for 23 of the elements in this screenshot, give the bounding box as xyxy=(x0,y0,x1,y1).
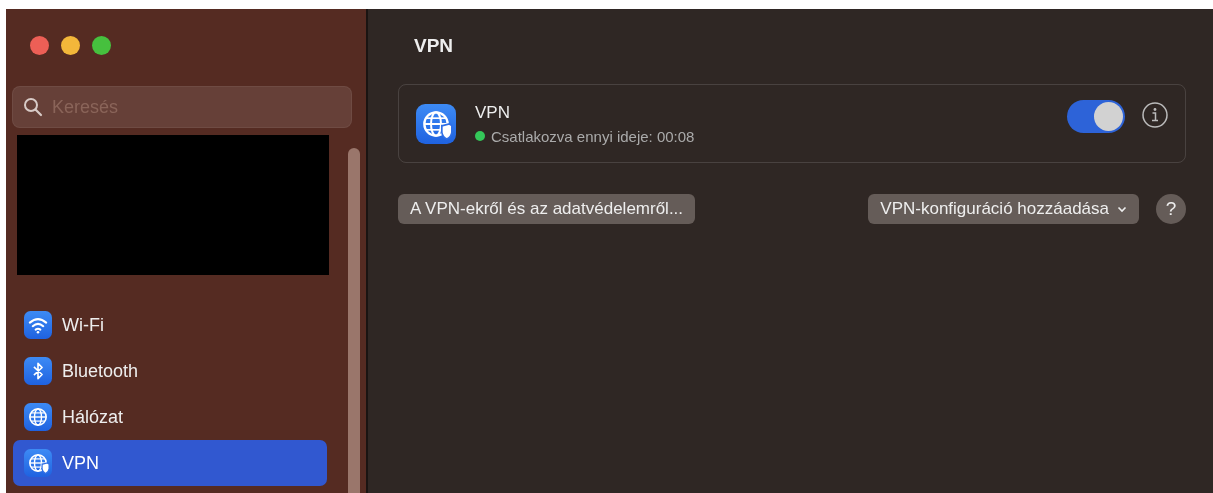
status-text: Csatlakozva ennyi ideje: 00:08 xyxy=(491,127,695,145)
wifi-icon xyxy=(24,311,52,339)
search-icon xyxy=(23,97,43,117)
window-title: VPN xyxy=(414,35,455,57)
minimize-button[interactable] xyxy=(61,36,80,55)
chevron-icon xyxy=(1117,205,1127,213)
sidebar-item[interactable]: Wi-Fi xyxy=(13,302,327,348)
bluetooth-icon xyxy=(24,357,52,385)
privacy-button[interactable]: A VPN-ekről és az adatvédelemről... xyxy=(398,194,696,224)
help-button[interactable]: ? xyxy=(1156,194,1186,224)
vpn-toggle[interactable] xyxy=(1067,100,1125,133)
scrollbar[interactable] xyxy=(348,148,360,493)
globe-shield-icon xyxy=(416,103,456,144)
sidebar-item[interactable]: Bluetooth xyxy=(13,348,327,394)
close-button[interactable] xyxy=(30,36,49,55)
zoom-button[interactable] xyxy=(92,36,111,55)
info-icon[interactable] xyxy=(1141,101,1169,129)
add-configuration-dropdown[interactable]: VPN-konfiguráció hozzáadása xyxy=(868,194,1139,224)
sidebar-item[interactable]: VPN xyxy=(13,440,327,486)
sidebar-item[interactable]: Hálózat xyxy=(13,394,327,440)
vpn-name: VPN xyxy=(475,102,511,123)
globe-shield-icon xyxy=(24,449,52,477)
globe-icon xyxy=(24,403,52,431)
